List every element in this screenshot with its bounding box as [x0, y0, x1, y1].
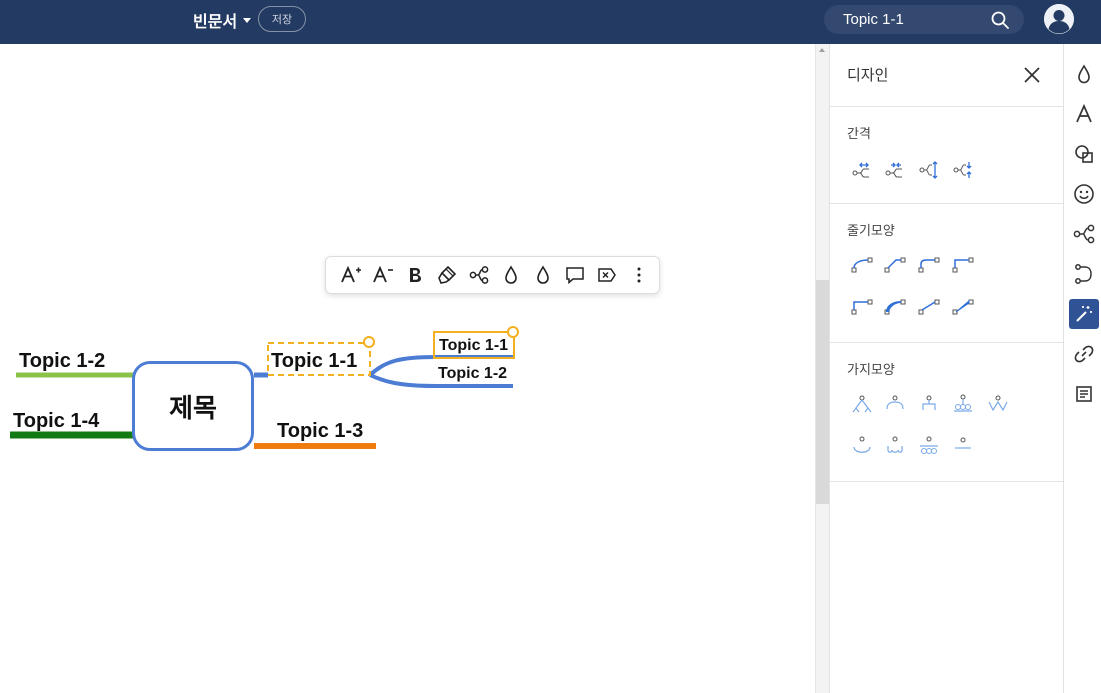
more-vertical-icon [637, 267, 641, 283]
format-paint-button[interactable] [431, 259, 463, 291]
scroll-up-icon[interactable] [819, 48, 825, 52]
more-button[interactable] [623, 259, 655, 291]
comment-icon [566, 267, 584, 285]
section-label: 간격 [847, 127, 871, 142]
branch-shape-option[interactable] [883, 434, 907, 458]
topic-node[interactable]: Topic 1-3 [277, 420, 363, 443]
font-size-increase-icon [341, 265, 361, 283]
bold-button[interactable] [399, 259, 431, 291]
shapes-button[interactable] [1069, 139, 1099, 169]
branch-shape-option[interactable] [951, 392, 975, 416]
floating-toolbar [325, 256, 660, 294]
fill-drop-icon [1078, 64, 1090, 84]
stem-shape-option[interactable] [883, 295, 907, 319]
user-avatar[interactable] [1044, 4, 1074, 34]
line-color-icon [537, 265, 549, 284]
section-label: 줄기모양 [847, 224, 895, 239]
note-button[interactable] [1069, 379, 1099, 409]
emoji-icon [1074, 184, 1094, 204]
structure-icon [1073, 224, 1095, 244]
subtopic-node[interactable]: Topic 1-1 [439, 337, 508, 355]
stem-shape-option[interactable] [850, 253, 874, 277]
bold-icon [410, 268, 421, 282]
search-input[interactable] [843, 9, 993, 30]
note-icon [1076, 386, 1092, 402]
comment-button[interactable] [559, 259, 591, 291]
topic-node[interactable]: Topic 1-2 [19, 350, 105, 373]
caret-down-icon [243, 17, 252, 23]
spacing-option[interactable] [951, 158, 975, 182]
stem-shape-option[interactable] [951, 295, 975, 319]
branch-shape-option[interactable] [986, 392, 1010, 416]
relation-icon [1075, 264, 1092, 284]
stem-shape-option[interactable] [883, 253, 907, 277]
branch-shape-option[interactable] [917, 392, 941, 416]
central-topic[interactable]: 제목 [132, 361, 254, 451]
resize-handle [507, 326, 519, 338]
structure-button[interactable] [1069, 219, 1099, 249]
panel-title: 디자인 [847, 66, 889, 84]
relation-button[interactable] [1069, 259, 1099, 289]
top-bar: 빈문서 저장 [0, 0, 1101, 44]
topic-node[interactable]: Topic 1-1 [271, 350, 357, 373]
font-size-increase-button[interactable] [335, 259, 367, 291]
clear-format-button[interactable] [591, 259, 623, 291]
stem-shape-option[interactable] [917, 295, 941, 319]
stem-shape-option[interactable] [850, 295, 874, 319]
text-button[interactable] [1069, 99, 1099, 129]
font-size-decrease-icon [373, 265, 393, 283]
search-icon[interactable] [990, 10, 1010, 30]
canvas-scrollbar[interactable] [815, 44, 830, 693]
design-panel: 디자인 간격 줄기모양 가지모양 [829, 44, 1064, 693]
font-size-decrease-button[interactable] [367, 259, 399, 291]
text-icon [1076, 104, 1092, 123]
fill-button[interactable] [1069, 59, 1099, 89]
format-paint-icon [438, 265, 457, 284]
branch-icon [469, 266, 489, 284]
subtopic-node[interactable]: Topic 1-2 [438, 365, 507, 383]
link-icon [1074, 345, 1094, 363]
search-box [824, 5, 1024, 34]
branch-shape-option[interactable] [951, 434, 975, 458]
right-toolbar [1064, 44, 1101, 693]
branch-button[interactable] [463, 259, 495, 291]
save-button[interactable]: 저장 [258, 6, 306, 32]
branch-shape-option[interactable] [850, 434, 874, 458]
resize-handle [363, 336, 375, 348]
magic-wand-button[interactable] [1069, 299, 1099, 329]
topic-node[interactable]: Topic 1-4 [13, 410, 99, 433]
panel-header: 디자인 [830, 44, 1063, 107]
fill-color-icon [505, 265, 517, 284]
branch-lines [10, 326, 519, 449]
fill-color-button[interactable] [495, 259, 527, 291]
scrollbar-thumb[interactable] [816, 280, 830, 504]
spacing-section: 간격 [830, 107, 1063, 204]
stem-shape-option[interactable] [951, 253, 975, 277]
spacing-option[interactable] [850, 158, 874, 182]
link-button[interactable] [1069, 339, 1099, 369]
branch-shape-option[interactable] [883, 392, 907, 416]
emoji-button[interactable] [1069, 179, 1099, 209]
close-icon[interactable] [1021, 64, 1043, 86]
magic-wand-icon [1076, 306, 1092, 322]
branch-shape-section: 가지모양 [830, 343, 1063, 482]
branch-shape-option[interactable] [850, 392, 874, 416]
mindmap-canvas[interactable]: Topic 1-2 Topic 1-4 Topic 1-1 Topic 1-3 … [0, 44, 815, 693]
clear-format-icon [598, 268, 616, 282]
document-title: 빈문서 [193, 12, 238, 31]
stem-shape-section: 줄기모양 [830, 204, 1063, 343]
spacing-option[interactable] [883, 158, 907, 182]
spacing-option[interactable] [917, 158, 941, 182]
section-label: 가지모양 [847, 363, 895, 378]
stem-shape-option[interactable] [917, 253, 941, 277]
line-color-button[interactable] [527, 259, 559, 291]
document-title-dropdown[interactable]: 빈문서 [193, 9, 252, 31]
branch-shape-option[interactable] [917, 434, 941, 458]
shapes-icon [1075, 145, 1093, 163]
user-icon [1044, 4, 1074, 34]
